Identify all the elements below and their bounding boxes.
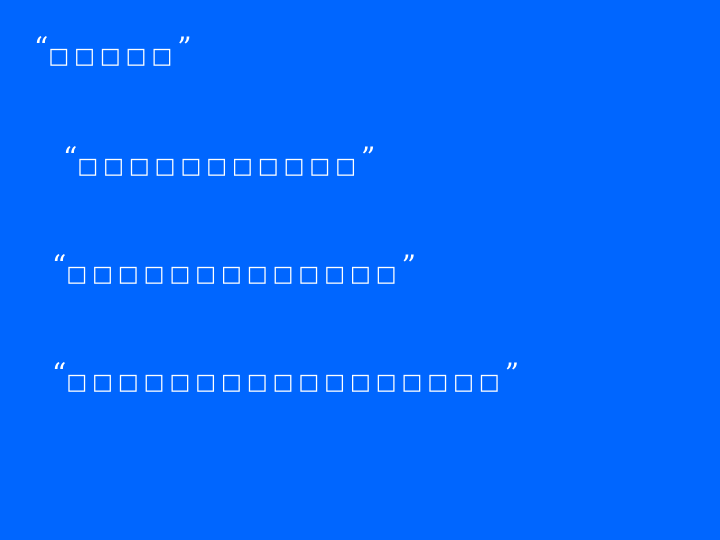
quote-text: □□□□□□□□□□□□□ bbox=[66, 262, 402, 287]
open-quote-mark: “ bbox=[52, 249, 67, 282]
close-quote-mark: ” bbox=[504, 357, 520, 390]
quote-line-1: “□□□□□” bbox=[34, 34, 192, 71]
close-quote-mark: ” bbox=[401, 249, 416, 282]
quote-text: □□□□□□□□□□□ bbox=[77, 154, 361, 179]
open-quote-mark: “ bbox=[52, 357, 67, 390]
close-quote-mark: ” bbox=[177, 31, 192, 64]
quote-text: □□□□□ bbox=[48, 44, 178, 69]
open-quote-mark: “ bbox=[34, 31, 49, 64]
slide: “□□□□□” “□□□□□□□□□□□” “□□□□□□□□□□□□□” “□… bbox=[0, 0, 720, 540]
quote-text: □□□□□□□□□□□□□□□□□ bbox=[66, 370, 505, 395]
quote-line-2: “□□□□□□□□□□□” bbox=[63, 144, 375, 181]
close-quote-mark: ” bbox=[360, 141, 376, 174]
quote-line-3: “□□□□□□□□□□□□□” bbox=[52, 252, 416, 289]
quote-line-4: “□□□□□□□□□□□□□□□□□” bbox=[52, 360, 519, 397]
open-quote-mark: “ bbox=[63, 141, 78, 174]
